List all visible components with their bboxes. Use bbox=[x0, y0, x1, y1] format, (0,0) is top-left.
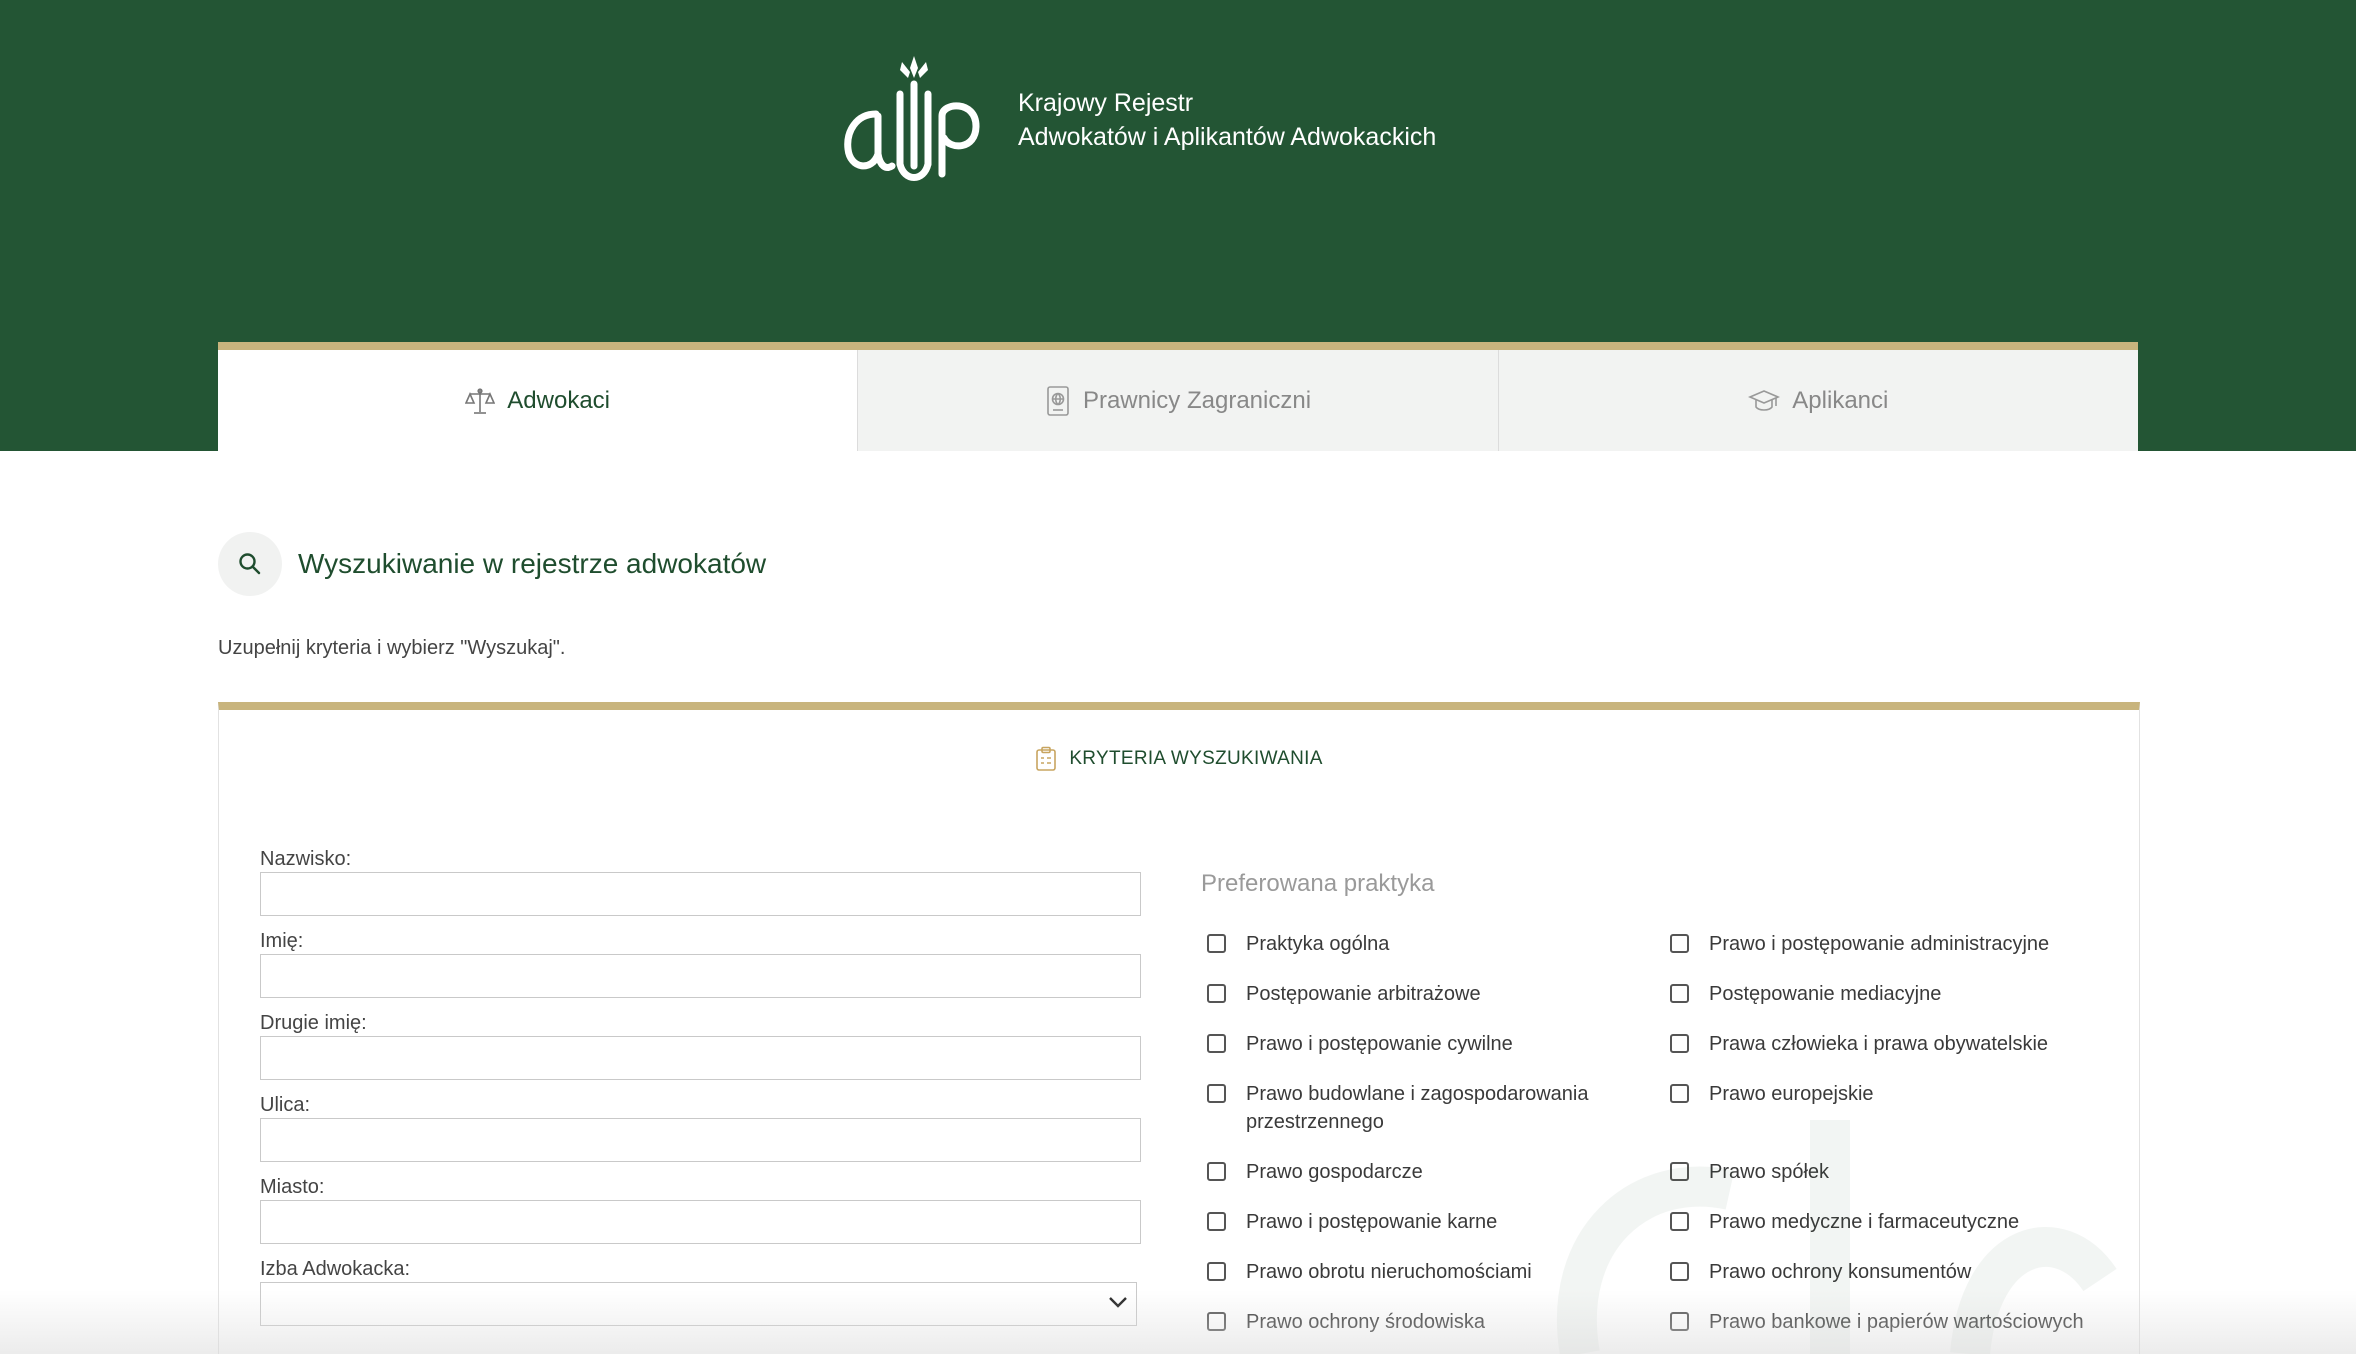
checkbox[interactable] bbox=[1207, 934, 1226, 953]
practice-checkbox-item[interactable]: Prawo i postępowanie cywilne bbox=[1201, 1030, 1664, 1058]
checkbox[interactable] bbox=[1207, 984, 1226, 1003]
tab-adwokaci[interactable]: Adwokaci bbox=[218, 350, 859, 451]
checkbox[interactable] bbox=[1207, 1034, 1226, 1053]
city-label: Miasto: bbox=[260, 1176, 325, 1198]
street-label: Ulica: bbox=[260, 1094, 311, 1116]
checkbox[interactable] bbox=[1207, 1312, 1226, 1331]
chamber-label: Izba Adwokacka: bbox=[260, 1258, 411, 1280]
tab-label: Adwokaci bbox=[507, 386, 611, 414]
checkbox[interactable] bbox=[1207, 1084, 1226, 1103]
practice-checkbox-item[interactable]: Postępowanie arbitrażowe bbox=[1201, 980, 1664, 1008]
city-input[interactable] bbox=[260, 1200, 1141, 1244]
passport-icon bbox=[1047, 385, 1069, 416]
checkbox-label: Postępowanie mediacyjne bbox=[1709, 983, 1942, 1005]
checkbox-label: Prawo gospodarcze bbox=[1246, 1161, 1423, 1183]
middle-name-input[interactable] bbox=[260, 1036, 1141, 1080]
chamber-field-group: Izba Adwokacka: bbox=[260, 1256, 1143, 1326]
instructions-text: Uzupełnij kryteria i wybierz "Wyszukaj". bbox=[218, 637, 566, 659]
surname-input[interactable] bbox=[260, 872, 1141, 916]
brand: Krajowy Rejestr Adwokatów i Aplikantów A… bbox=[838, 50, 1436, 190]
middle-name-label: Drugie imię: bbox=[260, 1012, 367, 1034]
panel-title: KRYTERIA WYSZUKIWANIA bbox=[1069, 748, 1323, 769]
section-header: Wyszukiwanie w rejestrze adwokatów bbox=[218, 532, 766, 596]
checkbox[interactable] bbox=[1207, 1162, 1226, 1181]
naczelna-rada-adwokacka-logo[interactable] bbox=[838, 54, 988, 186]
checkbox-label: Postępowanie arbitrażowe bbox=[1246, 983, 1481, 1005]
register-title-line2: Adwokatów i Aplikantów Adwokackich bbox=[1018, 123, 1437, 151]
logo-watermark bbox=[1556, 1120, 2117, 1354]
checkbox-label: Praktyka ogólna bbox=[1246, 933, 1390, 955]
tab-aplikanci[interactable]: Aplikanci bbox=[1498, 350, 2138, 451]
practice-checkbox-item[interactable]: Postępowanie mediacyjne bbox=[1664, 980, 2121, 1008]
register-title-line1: Krajowy Rejestr bbox=[1018, 89, 1194, 117]
checkbox[interactable] bbox=[1670, 934, 1689, 953]
clipboard-icon bbox=[1036, 746, 1057, 771]
chamber-select[interactable] bbox=[260, 1282, 1137, 1326]
street-field-group: Ulica: bbox=[260, 1092, 1143, 1162]
street-input[interactable] bbox=[260, 1118, 1141, 1162]
panel-header: KRYTERIA WYSZUKIWANIA bbox=[219, 746, 2139, 772]
checkbox[interactable] bbox=[1207, 1262, 1226, 1281]
tab-prawnicy-zagraniczni[interactable]: Prawnicy Zagraniczni bbox=[858, 350, 1499, 451]
page-title: Wyszukiwanie w rejestrze adwokatów bbox=[298, 548, 767, 579]
checkbox[interactable] bbox=[1207, 1212, 1226, 1231]
checkbox-label: Prawa człowieka i prawa obywatelskie bbox=[1709, 1033, 2049, 1055]
checkbox-label: Prawo i postępowanie administracyjne bbox=[1709, 933, 2050, 955]
checkbox-label: Prawo obrotu nieruchomościami bbox=[1246, 1261, 1532, 1283]
practice-checkbox-item[interactable]: Praktyka ogólna bbox=[1201, 930, 1664, 958]
practice-title: Preferowana praktyka bbox=[1201, 870, 1435, 897]
scales-icon bbox=[465, 387, 496, 414]
city-field-group: Miasto: bbox=[260, 1174, 1143, 1244]
first-name-label: Imię: bbox=[260, 930, 304, 952]
first-name-field-group: Imię: bbox=[260, 928, 1143, 998]
checkbox[interactable] bbox=[1670, 984, 1689, 1003]
search-icon bbox=[239, 553, 261, 575]
checkbox-label: Prawo ochrony środowiska bbox=[1246, 1311, 1485, 1333]
chevron-down-icon bbox=[1109, 1297, 1127, 1308]
surname-label: Nazwisko: bbox=[260, 848, 352, 870]
checkbox[interactable] bbox=[1670, 1034, 1689, 1053]
register-tabs: Adwokaci Prawnicy Zagraniczni Aplikanci bbox=[218, 342, 2138, 451]
checkbox-label: Prawo i postępowanie cywilne bbox=[1246, 1033, 1513, 1055]
graduation-cap-icon bbox=[1748, 389, 1781, 411]
surname-field-group: Nazwisko: bbox=[260, 846, 1143, 916]
tab-label: Aplikanci bbox=[1792, 386, 1889, 414]
practice-checkbox-item[interactable]: Prawa człowieka i prawa obywatelskie bbox=[1664, 1030, 2121, 1058]
first-name-input[interactable] bbox=[260, 954, 1141, 998]
search-badge bbox=[218, 532, 282, 596]
checkbox-label: Prawo i postępowanie karne bbox=[1246, 1211, 1498, 1233]
middle-name-field-group: Drugie imię: bbox=[260, 1010, 1143, 1080]
practice-checkbox-item[interactable]: Prawo i postępowanie administracyjne bbox=[1664, 930, 2121, 958]
register-title: Krajowy Rejestr Adwokatów i Aplikantów A… bbox=[1018, 86, 1436, 154]
search-form: Nazwisko: Imię: Drugie imię: Ulica: Mias… bbox=[260, 846, 1143, 1338]
tab-label: Prawnicy Zagraniczni bbox=[1082, 386, 1312, 414]
